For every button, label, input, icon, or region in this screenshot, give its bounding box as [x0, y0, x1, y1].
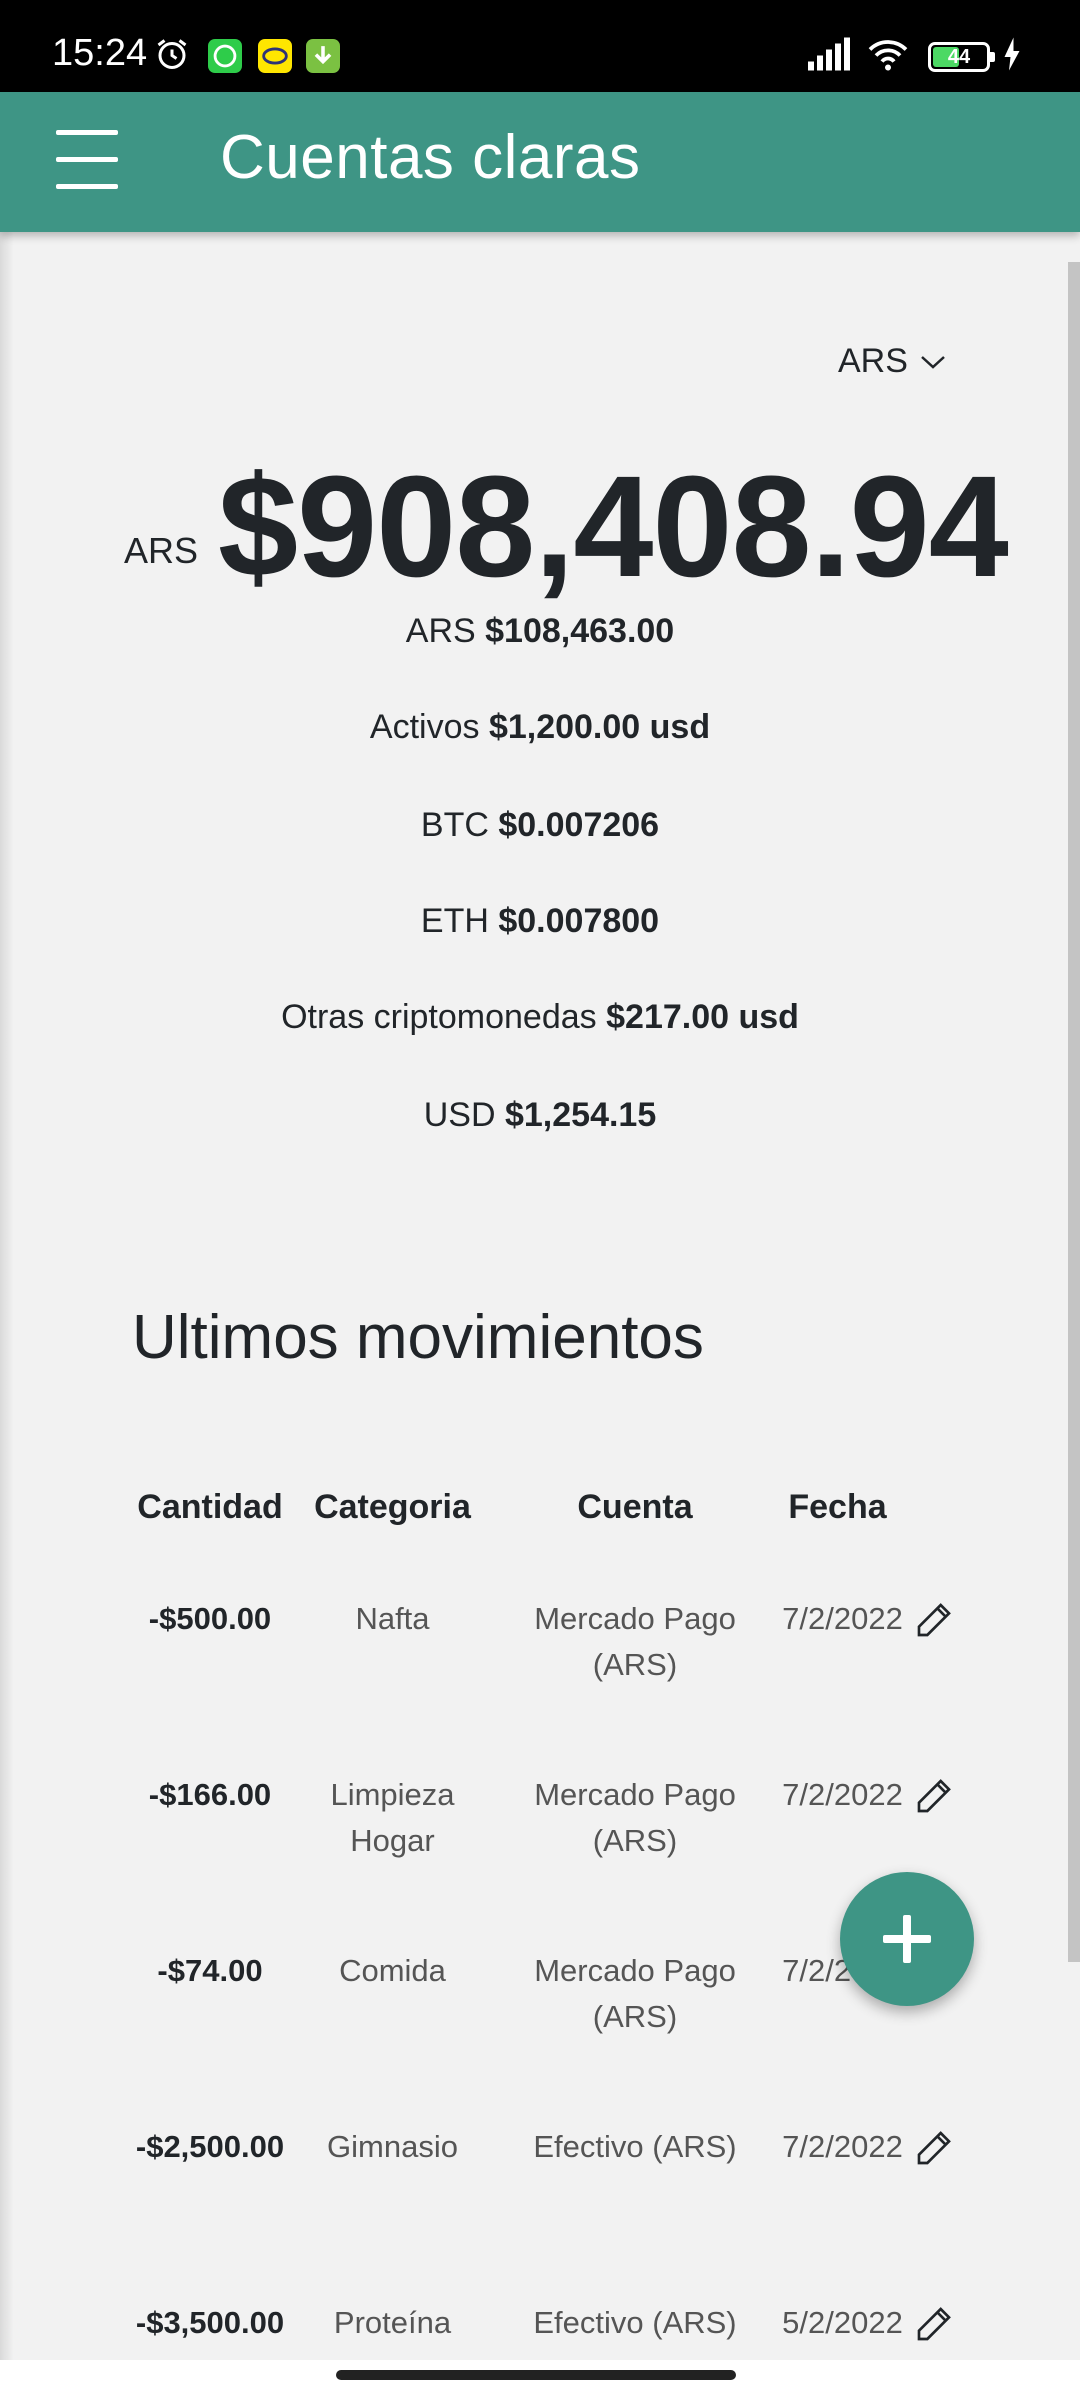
pencil-icon[interactable] [914, 1600, 954, 1640]
signal-icon [808, 37, 850, 71]
mercadolibre-icon [258, 39, 292, 73]
row-category: Comida [339, 1953, 446, 1988]
row-amount: -$3,500.00 [135, 2305, 285, 2340]
whatsapp-icon [208, 39, 242, 73]
movements-title: Ultimos movimientos [132, 1303, 704, 1372]
row-date: 7/2/2022 [782, 1601, 903, 1636]
add-movement-button[interactable] [840, 1872, 974, 2006]
balance-btc: BTC $0.007206 [420, 806, 660, 844]
header-cantidad: Cantidad [137, 1488, 283, 1526]
download-icon [306, 39, 340, 73]
header-categoria: Categoria [314, 1488, 471, 1526]
row-account: Efectivo (ARS) [533, 2305, 737, 2340]
balance-otras-cripto: Otras criptomonedas $217.00 usd [281, 998, 799, 1036]
table-row: -$500.00 Nafta Mercado Pago (ARS) 7/2/20… [0, 1596, 1080, 1772]
navigation-bar [0, 2360, 1080, 2400]
row-date: 7/2/2022 [782, 2129, 903, 2164]
wifi-icon [868, 40, 908, 71]
hamburger-menu-icon[interactable] [56, 130, 118, 190]
header-cuenta: Cuenta [577, 1488, 693, 1526]
status-time: 15:24 [52, 32, 148, 74]
balance-usd: USD $1,254.15 [423, 1096, 657, 1134]
header-fecha: Fecha [788, 1488, 887, 1526]
chevron-down-icon [921, 355, 945, 369]
home-gesture-handle[interactable] [336, 2370, 736, 2380]
row-amount: -$500.00 [148, 1601, 272, 1636]
row-amount: -$2,500.00 [135, 2129, 285, 2164]
row-date: 7/2/2022 [782, 1777, 903, 1812]
row-account: Mercado Pago (ARS) [534, 1601, 736, 1682]
pencil-icon[interactable] [914, 1776, 954, 1816]
row-amount: -$74.00 [157, 1953, 263, 1988]
app-title: Cuentas claras [220, 123, 641, 192]
battery-icon: 44 [928, 42, 995, 72]
app-bar: Cuentas claras [0, 92, 1080, 232]
row-account: Mercado Pago (ARS) [534, 1777, 736, 1858]
table-row: -$2,500.00 Gimnasio Efectivo (ARS) 7/2/2… [0, 2124, 1080, 2300]
row-date: 5/2/2022 [782, 2305, 903, 2340]
balance-eth: ETH $0.007800 [420, 902, 660, 940]
row-account: Efectivo (ARS) [533, 2129, 737, 2164]
row-category: Proteína [333, 2305, 452, 2340]
row-category: Nafta [355, 1601, 430, 1636]
row-account: Mercado Pago (ARS) [534, 1953, 736, 2034]
pencil-icon[interactable] [914, 2128, 954, 2168]
total-amount: $908,408.94 [218, 446, 1009, 607]
table-row: -$3,500.00 Proteína Efectivo (ARS) 5/2/2… [0, 2300, 1080, 2360]
charging-icon [1004, 37, 1020, 71]
currency-select-value: ARS [838, 342, 908, 380]
row-category: Gimnasio [327, 2129, 458, 2164]
balance-ars: ARS $108,463.00 [405, 612, 675, 650]
currency-select[interactable]: ARS [838, 342, 946, 381]
total-currency: ARS [124, 530, 199, 571]
pencil-icon[interactable] [914, 2304, 954, 2344]
battery-level: 44 [947, 46, 971, 68]
status-bar: 15:24 44 [0, 0, 1080, 92]
row-amount: -$166.00 [148, 1777, 272, 1812]
main-content: ARS ARS $908,408.94 ARS $108,463.00 Acti… [0, 232, 1080, 2360]
balance-activos: Activos $1,200.00 usd [369, 708, 711, 746]
row-category: Limpieza Hogar [330, 1777, 455, 1858]
alarm-icon [157, 39, 187, 69]
